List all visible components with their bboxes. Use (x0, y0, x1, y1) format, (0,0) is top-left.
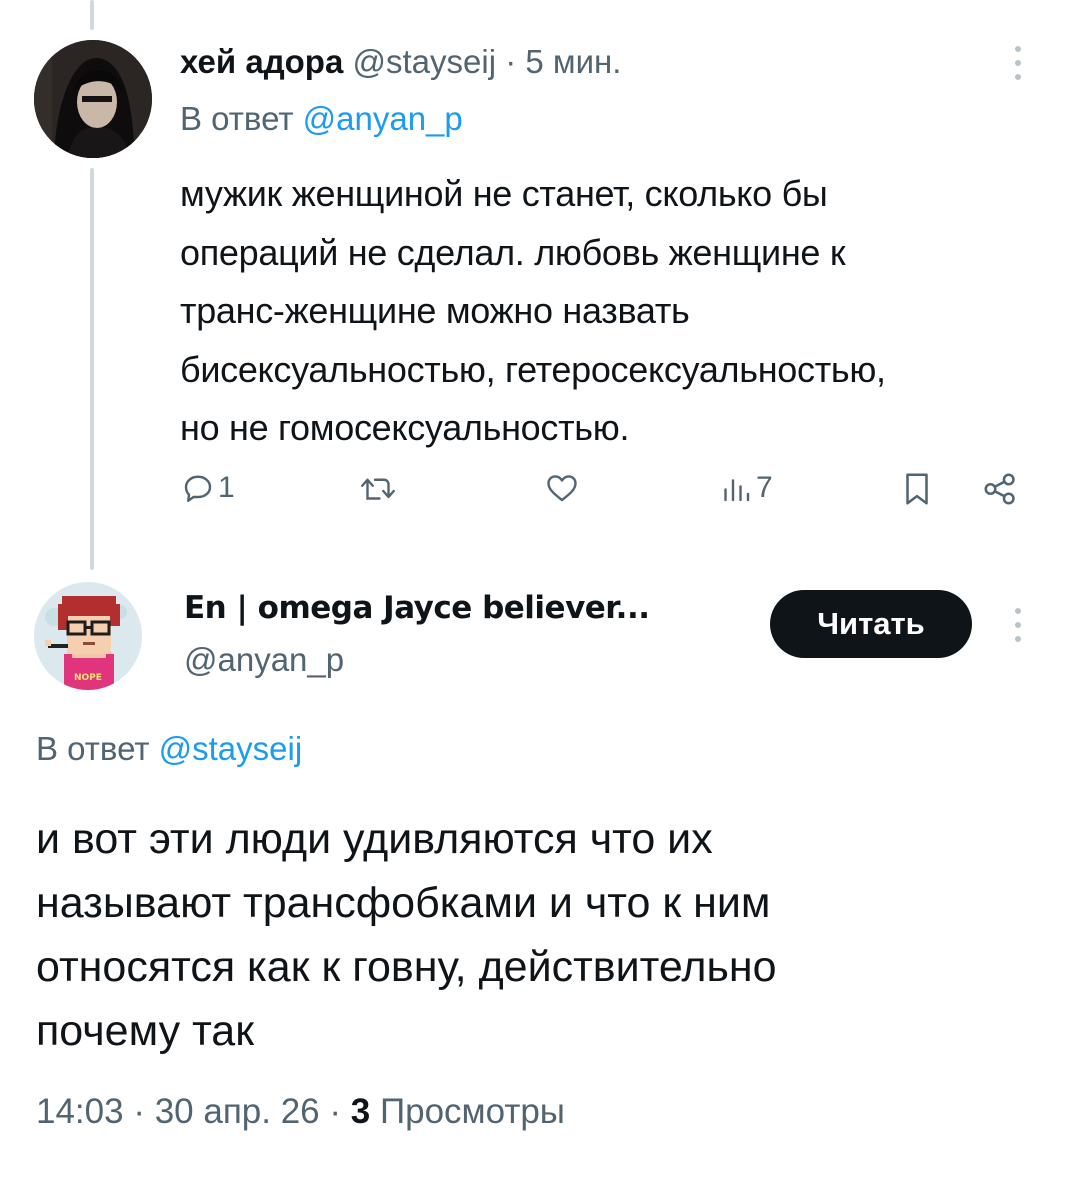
views-number: 3 (350, 1092, 371, 1131)
parent-reply-prefix: В ответ (180, 100, 294, 137)
parent-tweet-text: мужик женщиной не станет, сколько бы опе… (180, 173, 886, 448)
reply-action[interactable]: 1 (180, 470, 235, 506)
main-display-name-row: En | omega Jayce believer... (184, 587, 650, 628)
tweet-time[interactable]: 14:03 (36, 1092, 124, 1131)
views-label: Просмотры (379, 1092, 565, 1131)
views-action[interactable]: 7 (720, 470, 773, 506)
main-reply-to: В ответ @stayseij (36, 730, 302, 768)
retweet-action[interactable] (358, 470, 398, 506)
parent-handle[interactable]: @stayseij (352, 43, 496, 80)
parent-reply-handle[interactable]: @anyan_p (303, 100, 463, 137)
main-display-name[interactable]: En | omega Jayce believer... (184, 590, 650, 626)
share-action[interactable] (980, 470, 1020, 508)
follow-button[interactable]: Читать (770, 590, 972, 658)
bookmark-action[interactable] (900, 470, 934, 508)
parent-separator: · (505, 43, 517, 80)
main-more-icon[interactable] (1012, 608, 1024, 650)
parent-more-icon[interactable] (1012, 46, 1024, 88)
main-reply-handle[interactable]: @stayseij (159, 730, 303, 767)
dark-haired-person-avatar-icon (34, 40, 152, 158)
bookmark-icon (906, 473, 928, 505)
parent-action-bar: 1 7 (180, 470, 1040, 518)
share-icon (984, 473, 1015, 505)
parent-avatar[interactable] (34, 40, 152, 158)
views-count: 7 (756, 471, 773, 504)
avatar-badge-text: NOPE (74, 673, 102, 683)
main-avatar[interactable]: NOPE (34, 582, 142, 690)
thread-line-connector (90, 168, 94, 570)
tweet-date[interactable]: 30 апр. 26 (155, 1092, 320, 1131)
reply-count: 1 (218, 471, 235, 504)
main-reply-prefix: В ответ (36, 730, 150, 767)
thread-line-top (90, 0, 94, 30)
meta-separator-2: · (329, 1092, 342, 1131)
parent-display-name[interactable]: хей адора (180, 43, 343, 80)
parent-time[interactable]: 5 мин. (525, 43, 621, 80)
parent-reply-to: В ответ @anyan_p (180, 100, 463, 138)
parent-header: хей адора @stayseij · 5 мин. (180, 42, 621, 82)
main-handle[interactable]: @anyan_p (184, 640, 344, 680)
heart-icon (547, 475, 577, 502)
retweet-icon (361, 478, 395, 500)
pixel-art-glasses-boy-avatar-icon: NOPE (34, 582, 142, 690)
reply-icon (184, 475, 212, 502)
main-tweet-text: и вот эти люди удивляются что их называю… (36, 815, 777, 1055)
meta-separator-1: · (133, 1092, 145, 1131)
analytics-icon (724, 479, 750, 502)
like-action[interactable] (542, 470, 582, 506)
main-tweet-meta: 14:03 · 30 апр. 26 · 3 Просмотры (36, 1092, 565, 1132)
